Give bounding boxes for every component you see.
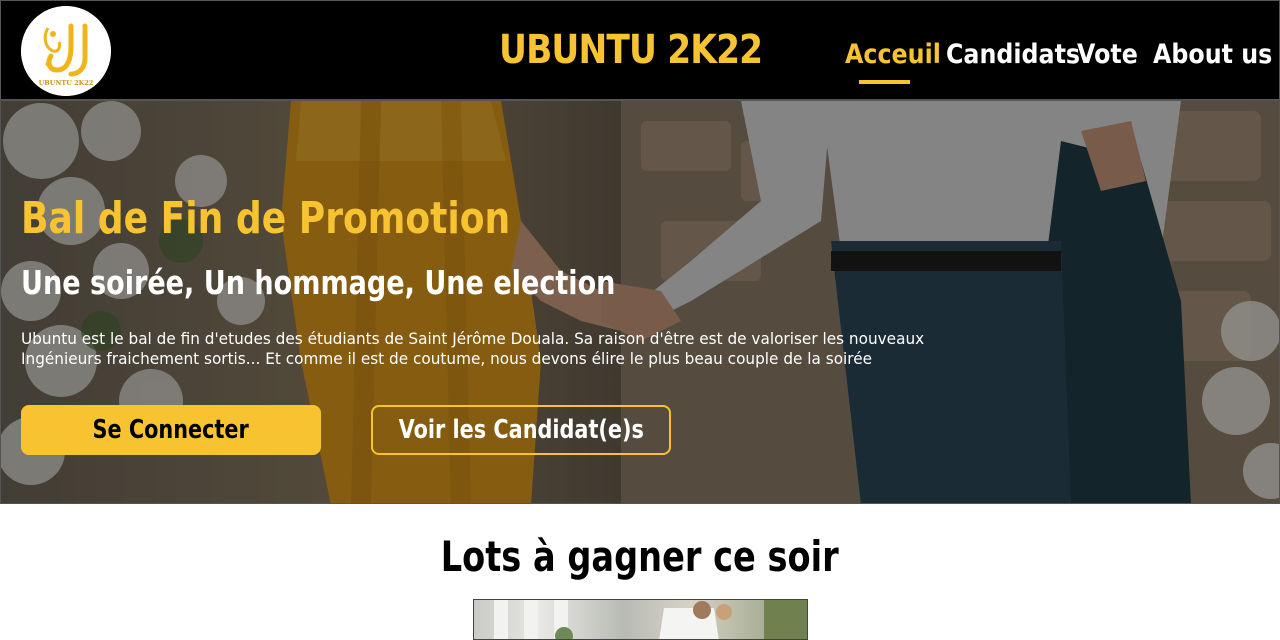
nav-item-candidats[interactable]: Candidats <box>946 39 1080 70</box>
prizes-section-title: Lots à gagner ce soir <box>0 532 1280 581</box>
view-candidates-button-label: Voir les Candidat(e)s <box>398 415 644 445</box>
view-candidates-button[interactable]: Voir les Candidat(e)s <box>371 405 671 455</box>
hero-title: Bal de Fin de Promotion <box>21 193 511 244</box>
hero-banner: Bal de Fin de Promotion Une soirée, Un h… <box>0 100 1280 504</box>
site-header: UBUNTU 2K22 UBUNTU 2K22 Acceuil Candidat… <box>0 0 1280 100</box>
logo[interactable]: UBUNTU 2K22 <box>21 6 111 96</box>
site-title: UBUNTU 2K22 <box>499 27 763 73</box>
logo-text: UBUNTU 2K22 <box>39 79 94 87</box>
prizes-title-text: Lots à gagner ce soir <box>441 532 839 581</box>
login-button[interactable]: Se Connecter <box>21 405 321 455</box>
hero-description: Ubuntu est le bal de fin d'etudes des ét… <box>21 329 976 369</box>
hero-description-line: Ingénieurs fraichement sortis... Et comm… <box>21 349 873 368</box>
logo-emblem-icon: UBUNTU 2K22 <box>21 6 111 96</box>
login-button-label: Se Connecter <box>92 415 250 445</box>
hero-description-line: Ubuntu est le bal de fin d'etudes des ét… <box>21 329 925 348</box>
hero-subtitle: Une soirée, Un hommage, Une election <box>21 263 616 302</box>
nav-item-about-us[interactable]: About us <box>1153 39 1272 70</box>
prize-photo <box>473 599 808 640</box>
nav-item-acceuil[interactable]: Acceuil <box>845 39 941 70</box>
nav-item-vote[interactable]: Vote <box>1077 39 1138 70</box>
nav-active-indicator <box>859 80 910 84</box>
prize-photo-image <box>494 600 807 639</box>
